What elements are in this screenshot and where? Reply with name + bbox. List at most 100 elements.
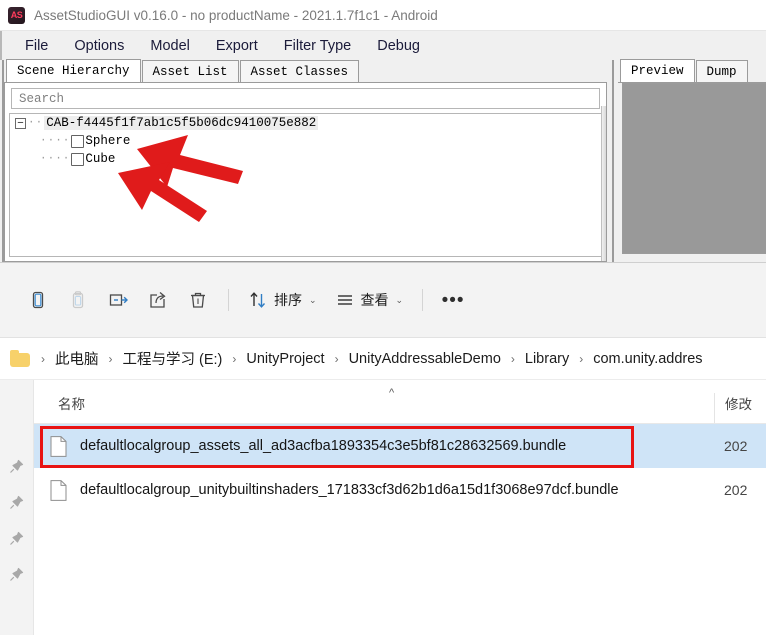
- view-button[interactable]: 查看 ⌄: [326, 282, 413, 318]
- breadcrumb-separator: ›: [510, 351, 515, 366]
- copy-button[interactable]: [18, 282, 58, 318]
- file-name: defaultlocalgroup_assets_all_ad3acfba189…: [80, 438, 567, 454]
- pin-icon: [0, 520, 33, 556]
- tree-row-root[interactable]: − ·· CAB-f4445f1f7ab1c5f5b06dc9410075e88…: [10, 114, 601, 132]
- share-icon: [150, 291, 166, 308]
- column-header-name[interactable]: 名称 ^: [34, 387, 714, 423]
- rename-icon: [109, 294, 128, 306]
- file-modified-date: 202: [724, 438, 748, 454]
- menu-item-filter-type[interactable]: Filter Type: [271, 36, 364, 56]
- pin-icon: [0, 448, 33, 484]
- preview-canvas: [622, 83, 766, 254]
- tree-line-dots: ····: [40, 135, 71, 147]
- pin-icon: [10, 531, 24, 545]
- toolbar-divider-1: [228, 289, 229, 311]
- tab-scene-hierarchy[interactable]: Scene Hierarchy: [6, 59, 141, 82]
- pin-icon: [10, 567, 24, 581]
- sort-button[interactable]: 排序 ⌄: [239, 282, 326, 318]
- menu-item-options[interactable]: Options: [61, 36, 137, 56]
- tree-row-sphere[interactable]: ···· Sphere: [10, 132, 601, 150]
- scene-hierarchy-tree[interactable]: − ·· CAB-f4445f1f7ab1c5f5b06dc9410075e88…: [9, 113, 602, 257]
- menu-item-debug[interactable]: Debug: [364, 36, 433, 56]
- tree-line-dots: ····: [40, 153, 71, 165]
- file-modified-date: 202: [724, 482, 748, 498]
- tree-label-cube: Cube: [85, 152, 116, 166]
- column-header-modified[interactable]: 修改: [714, 393, 766, 423]
- file-list-header: 名称 ^ 修改: [34, 380, 766, 424]
- explorer-toolbar: 排序 ⌄ 查看 ⌄ •••: [0, 263, 766, 338]
- chevron-down-icon: ⌄: [395, 294, 404, 305]
- tree-line-dots: ··: [28, 117, 44, 129]
- tab-dump[interactable]: Dump: [695, 60, 748, 82]
- paste-icon: [72, 291, 84, 309]
- trash-icon: [191, 292, 205, 308]
- table-row[interactable]: defaultlocalgroup_unitybuiltinshaders_17…: [34, 468, 766, 512]
- assetstudio-titlebar: AS AssetStudioGUI v0.16.0 - no productNa…: [0, 0, 766, 31]
- sort-label: 排序: [274, 292, 302, 308]
- pin-icon: [10, 459, 24, 473]
- table-row[interactable]: defaultlocalgroup_assets_all_ad3acfba189…: [34, 424, 766, 468]
- sort-ascending-icon: ^: [389, 387, 395, 399]
- copy-icon: [32, 291, 44, 309]
- more-options-button[interactable]: •••: [433, 282, 473, 318]
- file-name-cell: defaultlocalgroup_unitybuiltinshaders_17…: [34, 479, 714, 501]
- breadcrumb-separator: ›: [108, 351, 113, 366]
- tab-asset-classes[interactable]: Asset Classes: [239, 60, 360, 82]
- assetstudio-left-pane: Scene Hierarchy Asset List Asset Classes…: [2, 59, 607, 262]
- breadcrumb-separator: ›: [334, 351, 339, 366]
- breadcrumb-separator: ›: [579, 351, 584, 366]
- breadcrumb-item-com-unity-addressables[interactable]: com.unity.addres: [589, 349, 706, 369]
- checkbox-cube[interactable]: [71, 152, 85, 166]
- breadcrumb: › 此电脑 › 工程与学习 (E:) › UnityProject › Unit…: [0, 338, 766, 380]
- pin-icon: [0, 484, 33, 520]
- preview-tabstrip: Preview Dump: [618, 59, 766, 83]
- breadcrumb-item-unityaddressabledemo[interactable]: UnityAddressableDemo: [345, 349, 505, 369]
- column-header-name-label: 名称: [58, 397, 85, 412]
- assetstudio-window: AS AssetStudioGUI v0.16.0 - no productNa…: [0, 0, 766, 263]
- search-box[interactable]: [11, 88, 600, 109]
- view-label: 查看: [360, 292, 389, 308]
- share-button[interactable]: [138, 282, 178, 318]
- search-input[interactable]: [17, 90, 594, 107]
- tab-preview[interactable]: Preview: [620, 59, 695, 82]
- menu-item-file[interactable]: File: [12, 36, 61, 56]
- explorer-rail: [0, 380, 34, 635]
- assetstudio-right-pane: Preview Dump: [612, 59, 766, 262]
- paste-button[interactable]: [58, 282, 98, 318]
- tree-label-sphere: Sphere: [85, 134, 131, 148]
- folder-icon: [10, 349, 30, 367]
- file-name: defaultlocalgroup_unitybuiltinshaders_17…: [80, 482, 619, 498]
- assetstudio-tabstrip: Scene Hierarchy Asset List Asset Classes: [4, 59, 607, 83]
- pin-icon: [10, 495, 24, 509]
- chevron-down-icon: ⌄: [309, 294, 317, 305]
- file-icon: [50, 479, 67, 501]
- file-explorer-window: 排序 ⌄ 查看 ⌄ ••• › 此电脑 › 工程与学习 (E:) › Unity…: [0, 263, 766, 635]
- toolbar-divider-2: [422, 289, 424, 311]
- file-icon: [50, 435, 67, 457]
- tree-row-cube[interactable]: ···· Cube: [10, 150, 601, 168]
- file-name-cell: defaultlocalgroup_assets_all_ad3acfba189…: [34, 435, 714, 457]
- view-list-icon: [337, 295, 352, 305]
- breadcrumb-separator: ›: [232, 351, 237, 366]
- tab-asset-list[interactable]: Asset List: [141, 60, 239, 82]
- menu-item-export[interactable]: Export: [203, 36, 271, 56]
- assetstudio-body: Scene Hierarchy Asset List Asset Classes…: [0, 59, 766, 262]
- breadcrumb-item-this-pc[interactable]: 此电脑: [51, 346, 103, 371]
- explorer-main: 名称 ^ 修改 defaultlocalgroup_assets_all_ad3…: [0, 380, 766, 635]
- breadcrumb-item-drive-e[interactable]: 工程与学习 (E:): [119, 346, 227, 371]
- file-icon: [50, 479, 67, 501]
- scene-hierarchy-panel: − ·· CAB-f4445f1f7ab1c5f5b06dc9410075e88…: [4, 83, 607, 262]
- rename-button[interactable]: [98, 282, 138, 318]
- tree-label-cab: CAB-f4445f1f7ab1c5f5b06dc9410075e882: [44, 116, 319, 130]
- checkbox-sphere[interactable]: [71, 134, 85, 148]
- menu-item-model[interactable]: Model: [137, 36, 203, 56]
- file-list: 名称 ^ 修改 defaultlocalgroup_assets_all_ad3…: [34, 380, 766, 635]
- collapse-expander-icon[interactable]: −: [15, 117, 26, 129]
- breadcrumb-item-unityproject[interactable]: UnityProject: [242, 349, 328, 369]
- pin-icon: [0, 556, 33, 592]
- delete-button[interactable]: [178, 282, 218, 318]
- tree-vertical-scrollbar[interactable]: [601, 106, 606, 261]
- sort-icon: [250, 292, 266, 308]
- window-title: AssetStudioGUI v0.16.0 - no productName …: [34, 7, 438, 23]
- breadcrumb-item-library[interactable]: Library: [521, 349, 573, 369]
